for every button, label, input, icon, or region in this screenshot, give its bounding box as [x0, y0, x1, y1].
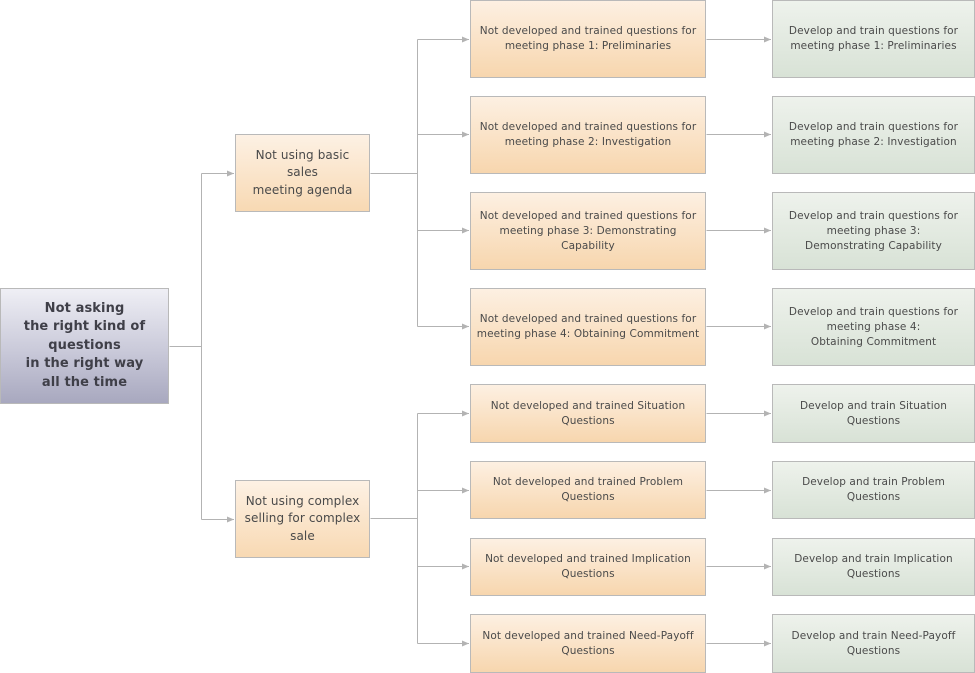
solution-node-phase-1: Develop and train questions for meeting …	[772, 0, 975, 78]
problem-node-problem: Not developed and trained Problem Questi…	[470, 461, 706, 519]
solution-node-phase-4: Develop and train questions for meeting …	[772, 288, 975, 366]
cause-node-basic-agenda: Not using basic sales meeting agenda	[235, 134, 370, 212]
solution-node-phase-2: Develop and train questions for meeting …	[772, 96, 975, 174]
solution-node-problem: Develop and train Problem Questions	[772, 461, 975, 519]
problem-node-need-payoff: Not developed and trained Need-Payoff Qu…	[470, 614, 706, 673]
problem-node-implication: Not developed and trained Implication Qu…	[470, 538, 706, 596]
solution-node-situation: Develop and train Situation Questions	[772, 384, 975, 443]
root-problem-node: Not asking the right kind of questions i…	[0, 288, 169, 404]
solution-node-need-payoff: Develop and train Need-Payoff Questions	[772, 614, 975, 673]
solution-node-phase-3: Develop and train questions for meeting …	[772, 192, 975, 270]
cause-node-complex-selling: Not using complex selling for complex sa…	[235, 480, 370, 558]
solution-node-implication: Develop and train Implication Questions	[772, 538, 975, 596]
problem-node-situation: Not developed and trained Situation Ques…	[470, 384, 706, 443]
problem-node-phase-3: Not developed and trained questions for …	[470, 192, 706, 270]
problem-node-phase-4: Not developed and trained questions for …	[470, 288, 706, 366]
problem-node-phase-2: Not developed and trained questions for …	[470, 96, 706, 174]
problem-node-phase-1: Not developed and trained questions for …	[470, 0, 706, 78]
